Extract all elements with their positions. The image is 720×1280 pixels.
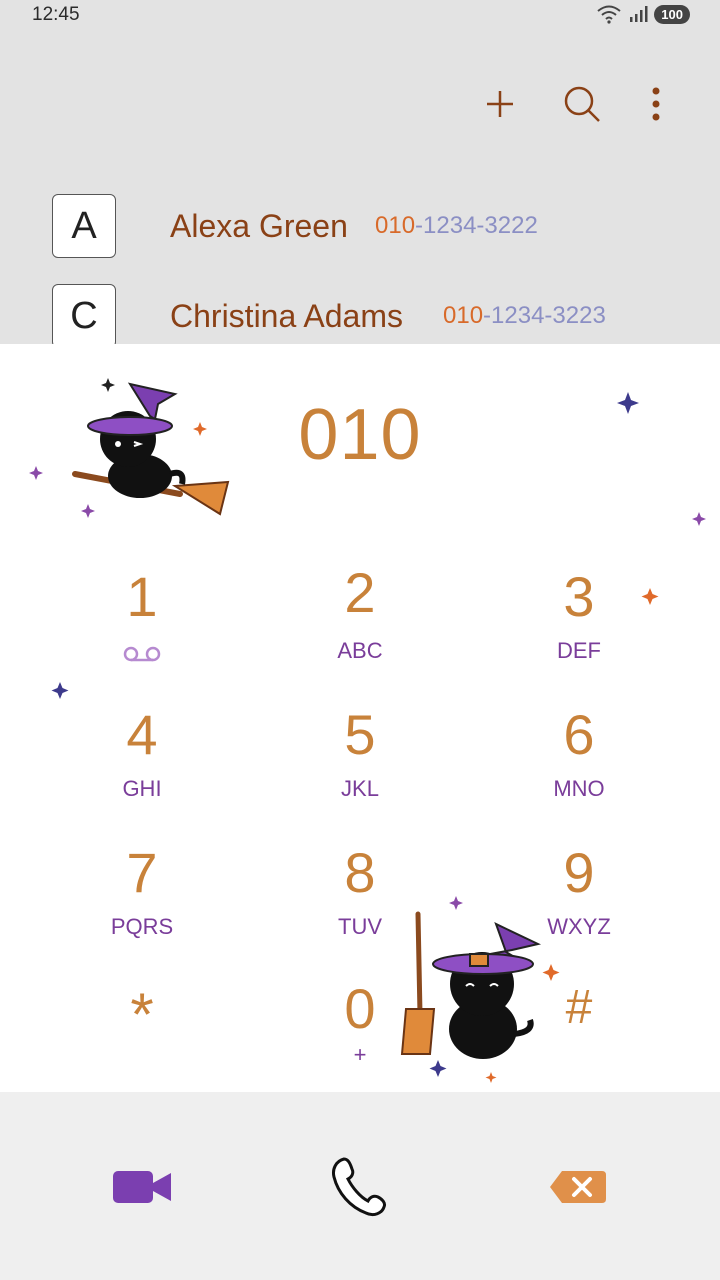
dial-number-display: 010 [298,395,422,475]
number-rest: -1234-3222 [415,212,538,239]
voicemail-icon [123,646,161,662]
key-digit: 6 [563,703,595,766]
key-digit: 7 [126,841,158,904]
dial-key-1[interactable]: 1 [52,554,232,674]
key-letters: DEF [557,638,601,663]
call-button[interactable] [310,1142,410,1232]
dialer-panel: 010 1 2 ABC 3 DEF 4 GHI 5 JKL 6 MNO 7 PQ… [0,344,720,1092]
key-digit: 1 [126,565,158,628]
plus-icon [487,91,513,117]
witch-cat-sitting-illustration [400,911,542,1059]
key-letters: GHI [122,776,162,801]
backspace-button[interactable] [528,1142,628,1232]
number-match-prefix: 010 [375,212,416,239]
contact-row-alexa[interactable]: A Alexa Green 010-1234-3222 [0,180,720,270]
phone-icon [332,1157,386,1217]
dial-key-4[interactable]: 4 GHI [52,692,232,812]
wifi-icon [597,5,621,24]
dial-key-7[interactable]: 7 PQRS [52,830,232,950]
contact-number: 010-1234-3222 [375,212,538,240]
battery-indicator: 100 [654,4,690,24]
number-match-prefix: 010 [443,302,484,329]
status-icons: 100 [596,4,690,24]
search-icon [564,86,600,122]
add-contact-button[interactable] [474,78,526,130]
key-digit: 4 [126,703,158,766]
key-digit: * [130,981,154,1048]
backspace-icon [550,1171,606,1203]
contact-letter-badge: C [52,284,116,348]
key-letters: ABC [337,638,383,663]
key-digit: 3 [563,565,595,628]
key-digit: 9 [563,841,595,904]
contact-name: Alexa Green [170,208,348,244]
contact-number: 010-1234-3223 [443,302,606,330]
search-button[interactable] [556,78,608,130]
dial-key-2[interactable]: 2 ABC [270,550,450,670]
contact-name: Christina Adams [170,298,403,334]
dial-key-star[interactable]: * [52,966,232,1086]
video-call-icon [113,1171,171,1203]
dial-key-5[interactable]: 5 JKL [270,692,450,812]
key-letters: JKL [341,776,379,801]
contact-letter-badge: A [52,194,116,258]
signal-icon [630,6,648,22]
number-rest: -1234-3223 [483,302,606,329]
bottom-action-bar [0,1092,720,1280]
more-options-button[interactable] [630,78,682,130]
dial-key-6[interactable]: 6 MNO [489,692,669,812]
video-call-button[interactable] [92,1142,192,1232]
key-digit: 2 [344,561,376,624]
key-letters: MNO [553,776,605,801]
key-letters: PQRS [110,914,174,939]
dial-key-3[interactable]: 3 DEF [489,554,669,674]
key-digit: 5 [344,703,376,766]
status-time: 12:45 [32,4,80,25]
more-vert-icon [652,87,660,121]
key-digit: 8 [344,841,376,904]
